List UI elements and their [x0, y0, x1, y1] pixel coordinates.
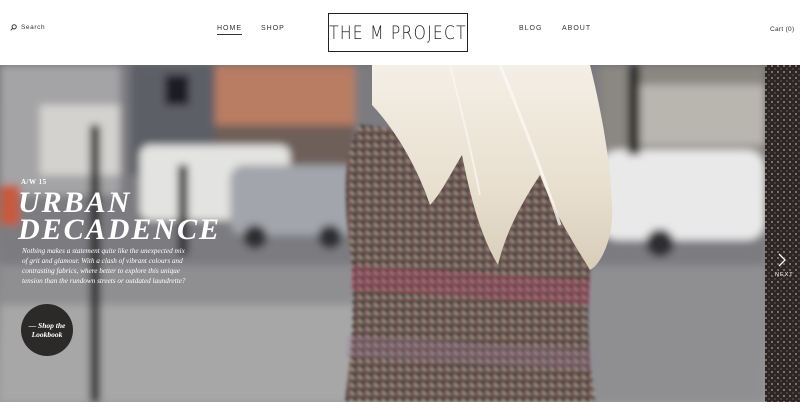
cart-link[interactable]: Cart (0) — [770, 26, 794, 33]
headline-line-2: DECADENCE — [18, 213, 222, 246]
shop-lookbook-label: — Shop the Lookbook — [28, 321, 66, 339]
site-header: Search HOME SHOP THE M PROJECT BLOG ABOU… — [0, 0, 800, 65]
logo-text: THE M PROJECT — [329, 21, 467, 44]
hero-slide: A/W 15 URBAN DECADENCE Nothing makes a s… — [0, 65, 765, 402]
hero-description: Nothing makes a statement quite like the… — [22, 247, 186, 285]
next-slide-preview[interactable] — [765, 65, 800, 402]
nav-shop[interactable]: SHOP — [261, 25, 285, 32]
season-label: A/W 15 — [21, 178, 47, 186]
next-slide-image — [765, 65, 800, 402]
chevron-right-icon[interactable] — [777, 253, 787, 267]
nav-home[interactable]: HOME — [217, 25, 242, 35]
nav-blog[interactable]: BLOG — [519, 25, 542, 32]
shop-lookbook-button[interactable]: — Shop the Lookbook — [21, 304, 73, 356]
nav-about[interactable]: ABOUT — [562, 25, 591, 32]
hero-headline: URBAN DECADENCE — [18, 188, 258, 246]
search-button[interactable]: Search — [10, 24, 45, 31]
site-logo[interactable]: THE M PROJECT — [328, 13, 468, 52]
search-icon — [10, 24, 17, 31]
search-label: Search — [21, 24, 46, 31]
next-label[interactable]: NEXT — [775, 272, 794, 278]
